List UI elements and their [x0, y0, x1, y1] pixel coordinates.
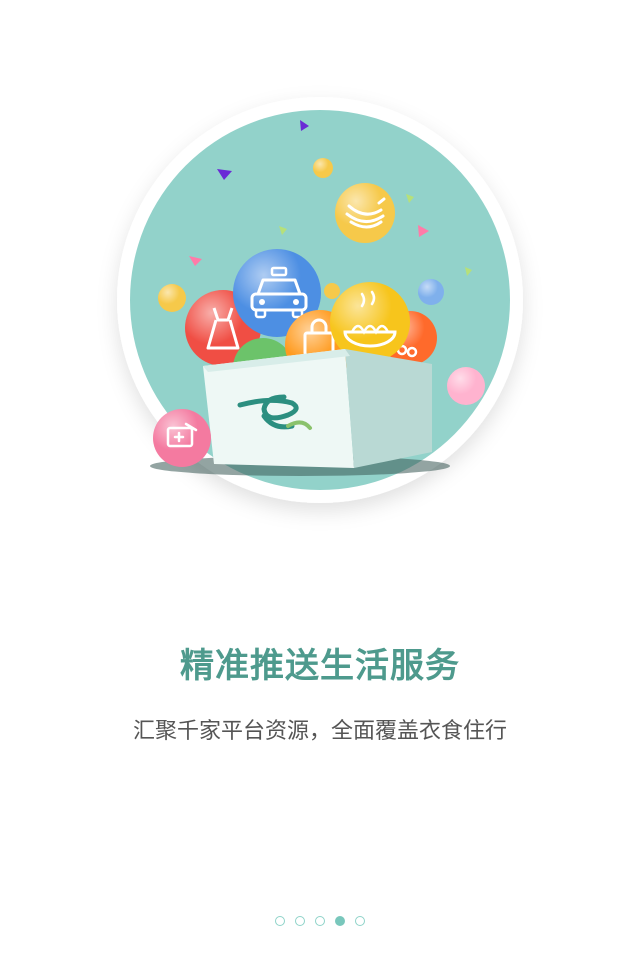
page-dot-2[interactable]	[295, 916, 305, 926]
gift-box	[203, 349, 432, 468]
page-dot-3[interactable]	[315, 916, 325, 926]
banana-icon	[335, 183, 395, 243]
gift-card-icon	[153, 409, 211, 467]
page-indicator	[0, 916, 640, 926]
onboarding-title: 精准推送生活服务	[180, 646, 460, 686]
page-dot-1[interactable]	[275, 916, 285, 926]
onboarding-subtitle: 汇聚千家平台资源，全面覆盖衣食住行	[132, 719, 507, 744]
page-dot-5[interactable]	[355, 916, 365, 926]
hero-illustration	[117, 97, 523, 503]
page-dot-4[interactable]	[335, 916, 345, 926]
